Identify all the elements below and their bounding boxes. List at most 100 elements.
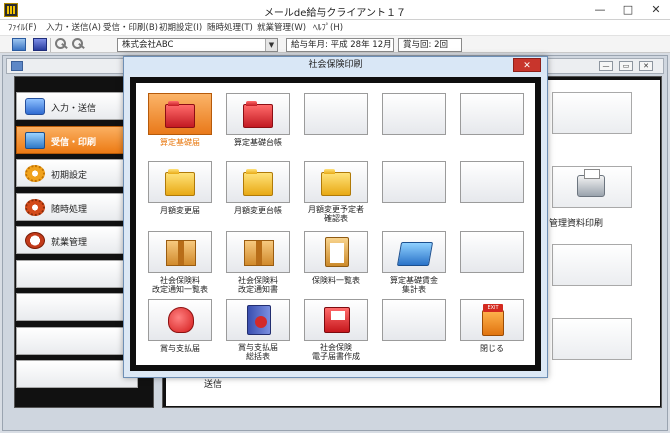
exit-door-icon (482, 310, 504, 336)
empty-grid-button[interactable] (460, 231, 524, 273)
child-minimize-button[interactable]: — (599, 61, 613, 71)
santei-kiso-todoke-button[interactable] (148, 93, 212, 135)
hokenryo-ichiran-label: 保険料一覧表 (312, 276, 360, 285)
close-window-button[interactable]: ✕ (642, 0, 670, 20)
clipboard-icon (325, 237, 349, 267)
empty-grid-button[interactable] (382, 299, 446, 341)
box-icon (244, 240, 274, 266)
mail-send-icon (25, 98, 45, 115)
hokenryo-kaitei-ichiran-label: 社会保険料 改定通知一覧表 (152, 276, 208, 294)
key-icon-2[interactable] (72, 38, 86, 51)
getsugaku-henko-yoteisha-button[interactable] (304, 161, 368, 203)
menu-help[interactable]: ﾍﾙﾌﾟ(H) (313, 21, 343, 33)
shoyo-shiharai-todoke-button[interactable] (148, 299, 212, 341)
maximize-button[interactable]: □ (614, 0, 642, 20)
santei-kiso-todoke-label: 算定基礎届 (160, 138, 200, 147)
sidebar-item-input-send[interactable]: 入力・送信 (16, 92, 138, 120)
toolbar-divider (50, 38, 51, 52)
sidebar-item-empty[interactable] (16, 360, 138, 388)
toolbar: 株式会社ABC ▼ 給与年月: 平成 28年 12月 賞与回: 2回 (0, 35, 670, 53)
sidebar-item-work-management[interactable]: 就業管理 (16, 226, 138, 254)
santei-kiso-daicho-button[interactable] (226, 93, 290, 135)
window-title: メールde給与クライアント１７ (263, 8, 407, 19)
santei-kiso-daicho-label: 算定基礎台帳 (234, 138, 282, 147)
getsugaku-henko-todoke-label: 月額変更届 (160, 206, 200, 215)
dialog-body: 算定基礎届 算定基礎台帳 月額変更届 月額変更台帳 月額変更予定者 確認表 社会… (130, 77, 541, 371)
floppy-disk-icon (324, 307, 350, 333)
company-select[interactable]: 株式会社ABC ▼ (117, 38, 278, 52)
open-icon[interactable] (33, 38, 47, 51)
management-print-label: 管理資料印刷 (549, 219, 604, 229)
menu-input-send[interactable]: 入力・送信(A) (46, 21, 101, 33)
child-restore-button[interactable]: ▭ (619, 61, 633, 71)
clock-icon (25, 232, 45, 249)
empty-grid-button[interactable] (304, 93, 368, 135)
empty-grid-button[interactable] (460, 161, 524, 203)
close-label: 閉じる (480, 344, 504, 353)
save-icon[interactable] (12, 38, 26, 51)
bonus-count-field: 賞与回: 2回 (398, 38, 462, 52)
menu-work-management[interactable]: 就業管理(W) (257, 21, 306, 33)
chevron-down-icon[interactable]: ▼ (265, 39, 277, 51)
main-grid-button[interactable] (552, 244, 632, 286)
exit-sign-icon: EXIT (483, 304, 503, 312)
menu-ad-hoc[interactable]: 随時処理(T) (207, 21, 253, 33)
main-grid-button[interactable] (552, 92, 632, 134)
sidebar-item-label: 受信・印刷 (51, 138, 97, 148)
dialog-close-button[interactable]: ✕ (513, 58, 541, 72)
santei-chingin-shukei-button[interactable] (382, 231, 446, 273)
hokenryo-kaitei-tsuchisho-label: 社会保険料 改定通知書 (238, 276, 278, 294)
sidebar-item-ad-hoc[interactable]: 随時処理 (16, 193, 138, 221)
blue-folder-icon (396, 242, 434, 266)
sidebar-item-label: 随時処理 (51, 205, 88, 215)
sidebar-item-receive-print[interactable]: 受信・印刷 (16, 126, 138, 154)
book-icon (247, 305, 271, 335)
company-select-value: 株式会社ABC (122, 40, 174, 50)
sidebar-item-label: 入力・送信 (51, 104, 97, 114)
menu-file[interactable]: ﾌｧｲﾙ(F) (8, 21, 37, 33)
menu-bar: ﾌｧｲﾙ(F) 入力・送信(A) 受信・印刷(B) 初期設定(I) 随時処理(T… (0, 20, 670, 35)
menu-receive-print[interactable]: 受信・印刷(B) (103, 21, 158, 33)
dialog-button-grid: 算定基礎届 算定基礎台帳 月額変更届 月額変更台帳 月額変更予定者 確認表 社会… (136, 83, 535, 365)
dialog-title: 社会保険印刷 (124, 57, 547, 74)
yellow-folder-icon (243, 169, 273, 196)
minimize-button[interactable]: — (586, 0, 614, 20)
key-icon[interactable] (55, 38, 69, 51)
pay-month-field: 給与年月: 平成 28年 12月 (286, 38, 394, 52)
child-close-button[interactable]: ✕ (639, 61, 653, 71)
getsugaku-henko-yoteisha-label: 月額変更予定者 確認表 (308, 205, 364, 223)
sidebar-item-empty[interactable] (16, 293, 138, 321)
yellow-folder-search-icon (321, 169, 351, 196)
sidebar-item-label: 就業管理 (51, 238, 88, 248)
denshi-todoke-sakusei-button[interactable] (304, 299, 368, 341)
heart-icon (168, 307, 194, 333)
sidebar-item-empty[interactable] (16, 260, 138, 288)
hokenryo-kaitei-tsuchisho-button[interactable] (226, 231, 290, 273)
box-icon (166, 240, 196, 266)
empty-grid-button[interactable] (460, 93, 524, 135)
hokenryo-ichiran-button[interactable] (304, 231, 368, 273)
child-window-icon (11, 61, 23, 71)
getsugaku-henko-daicho-label: 月額変更台帳 (234, 206, 282, 215)
empty-grid-button[interactable] (382, 161, 446, 203)
empty-grid-button[interactable] (382, 93, 446, 135)
shoyo-shiharai-sokatsu-label: 賞与支払届 総括表 (238, 343, 278, 361)
yellow-folder-icon (165, 169, 195, 196)
menu-initial-settings[interactable]: 初期設定(I) (159, 21, 202, 33)
printer-icon (577, 169, 605, 197)
sidebar-item-empty[interactable] (16, 327, 138, 355)
close-dialog-grid-button[interactable]: EXIT (460, 299, 524, 341)
social-insurance-print-dialog: 社会保険印刷 ✕ 算定基礎届 算定基礎台帳 月額変更届 月額変更台帳 月額変更予… (123, 56, 548, 378)
hokenryo-kaitei-ichiran-button[interactable] (148, 231, 212, 273)
window-titlebar: メールde給与クライアント１７ — □ ✕ (0, 0, 670, 20)
gear-icon (25, 165, 45, 182)
print-icon (25, 132, 45, 149)
main-grid-button[interactable] (552, 318, 632, 360)
getsugaku-henko-daicho-button[interactable] (226, 161, 290, 203)
sidebar-item-initial-settings[interactable]: 初期設定 (16, 159, 138, 187)
getsugaku-henko-todoke-button[interactable] (148, 161, 212, 203)
red-folder-icon (243, 101, 273, 128)
shoyo-shiharai-sokatsu-button[interactable] (226, 299, 290, 341)
shoyo-shiharai-todoke-label: 賞与支払届 (160, 344, 200, 353)
santei-chingin-shukei-label: 算定基礎賃金 集計表 (390, 276, 438, 294)
